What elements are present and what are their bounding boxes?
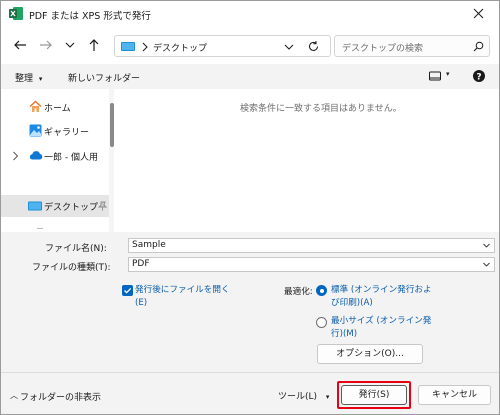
- desktop-folder-icon: [28, 201, 42, 211]
- forward-arrow-icon[interactable]: [37, 37, 55, 53]
- filetype-dropdown-chevron-icon[interactable]: [482, 260, 491, 269]
- home-icon: [29, 100, 42, 113]
- search-input[interactable]: デスクトップの検索: [334, 35, 490, 57]
- search-icon[interactable]: [473, 41, 484, 52]
- highlight-box: [337, 381, 411, 409]
- chevron-up-icon: ︿: [10, 391, 18, 400]
- filetype-label: ファイルの種類(T):: [32, 263, 111, 273]
- view-caret-down-icon[interactable]: ▾: [446, 70, 450, 78]
- sidebar-item-label: 一郎 - 個人用: [44, 153, 98, 163]
- tools-button[interactable]: ツール(L) ▾: [278, 389, 329, 402]
- command-bar: 整理 ▾ 新しいフォルダー ▾ ?: [1, 64, 499, 89]
- file-list[interactable]: 検索条件に一致する項目はありません。: [114, 89, 499, 232]
- standard-label[interactable]: 標準 (オンライン発行およ び印刷)(A): [331, 284, 432, 310]
- address-path: デスクトップ: [153, 44, 208, 54]
- sidebar-item-desktop[interactable]: デスクトップ: [1, 195, 109, 217]
- onedrive-cloud-icon: [28, 150, 43, 160]
- new-folder-button[interactable]: 新しいフォルダー: [68, 71, 140, 84]
- next-item-edge: [37, 228, 43, 229]
- sidebar-item-label: デスクトップ: [44, 203, 99, 213]
- sidebar-item-label: ギャラリー: [44, 128, 90, 138]
- expand-chevron-icon[interactable]: [12, 151, 19, 161]
- minimum-size-label[interactable]: 最小サイズ (オンライン発 行)(M): [331, 315, 431, 341]
- title-bar: PDF または XPS 形式で発行: [1, 1, 499, 26]
- sidebar-item-onedrive[interactable]: 一郎 - 個人用: [1, 145, 109, 167]
- up-arrow-icon[interactable]: [85, 37, 103, 53]
- navigation-pane: ホーム ギャラリー 一郎 - 個人用 デスクトップ: [1, 89, 114, 232]
- desktop-folder-icon: [121, 41, 135, 52]
- filetype-select[interactable]: PDF: [128, 257, 495, 272]
- back-arrow-icon[interactable]: [11, 37, 29, 53]
- optimize-label: 最適化:: [284, 287, 313, 297]
- navigation-bar: デスクトップ デスクトップの検索: [1, 26, 499, 64]
- help-icon[interactable]: ?: [472, 69, 486, 83]
- open-after-publish-checkbox[interactable]: [122, 285, 133, 296]
- organize-button[interactable]: 整理 ▾: [15, 71, 42, 84]
- sidebar-item-home[interactable]: ホーム: [1, 96, 109, 118]
- pin-icon: [98, 201, 107, 211]
- address-bar[interactable]: デスクトップ: [114, 35, 331, 57]
- search-placeholder: デスクトップの検索: [342, 44, 424, 54]
- view-options-icon[interactable]: [429, 71, 441, 82]
- window-title: PDF または XPS 形式で発行: [29, 11, 151, 22]
- filename-value: Sample: [132, 240, 166, 250]
- tools-caret-down-icon: ▾: [325, 393, 330, 401]
- excel-icon: [9, 7, 23, 20]
- gallery-icon: [29, 124, 42, 137]
- caret-down-icon: ▾: [38, 75, 43, 83]
- filename-dropdown-chevron-icon[interactable]: [482, 241, 491, 250]
- recent-locations-chevron-icon[interactable]: [61, 37, 79, 53]
- organize-label: 整理: [15, 74, 34, 84]
- options-button[interactable]: オプション(O)...: [317, 344, 423, 364]
- svg-text:?: ?: [476, 73, 481, 83]
- sidebar-item-gallery[interactable]: ギャラリー: [1, 120, 109, 142]
- hide-folders-button[interactable]: ︿: [10, 390, 18, 401]
- refresh-icon[interactable]: [307, 40, 320, 53]
- filename-field[interactable]: Sample: [128, 238, 495, 253]
- filetype-value: PDF: [132, 259, 150, 269]
- minimum-size-radio[interactable]: [316, 317, 327, 328]
- standard-radio[interactable]: [316, 285, 327, 296]
- empty-results-message: 検索条件に一致する項目はありません。: [240, 104, 402, 114]
- sidebar-item-label: ホーム: [44, 104, 71, 114]
- open-after-publish-label[interactable]: 発行後にファイルを開く (E): [135, 284, 230, 310]
- cancel-button[interactable]: キャンセル: [418, 385, 491, 405]
- filename-label: ファイル名(N):: [45, 244, 107, 254]
- hide-folders-label[interactable]: フォルダーの非表示: [20, 390, 101, 403]
- breadcrumb-chevron-icon: [141, 42, 149, 52]
- publish-dialog: PDF または XPS 形式で発行 デスクトップ デスクトップの検索 整理 ▾ …: [0, 0, 500, 415]
- address-dropdown-chevron-icon[interactable]: [283, 42, 295, 52]
- close-button[interactable]: [459, 1, 499, 26]
- footer-divider: [1, 372, 499, 373]
